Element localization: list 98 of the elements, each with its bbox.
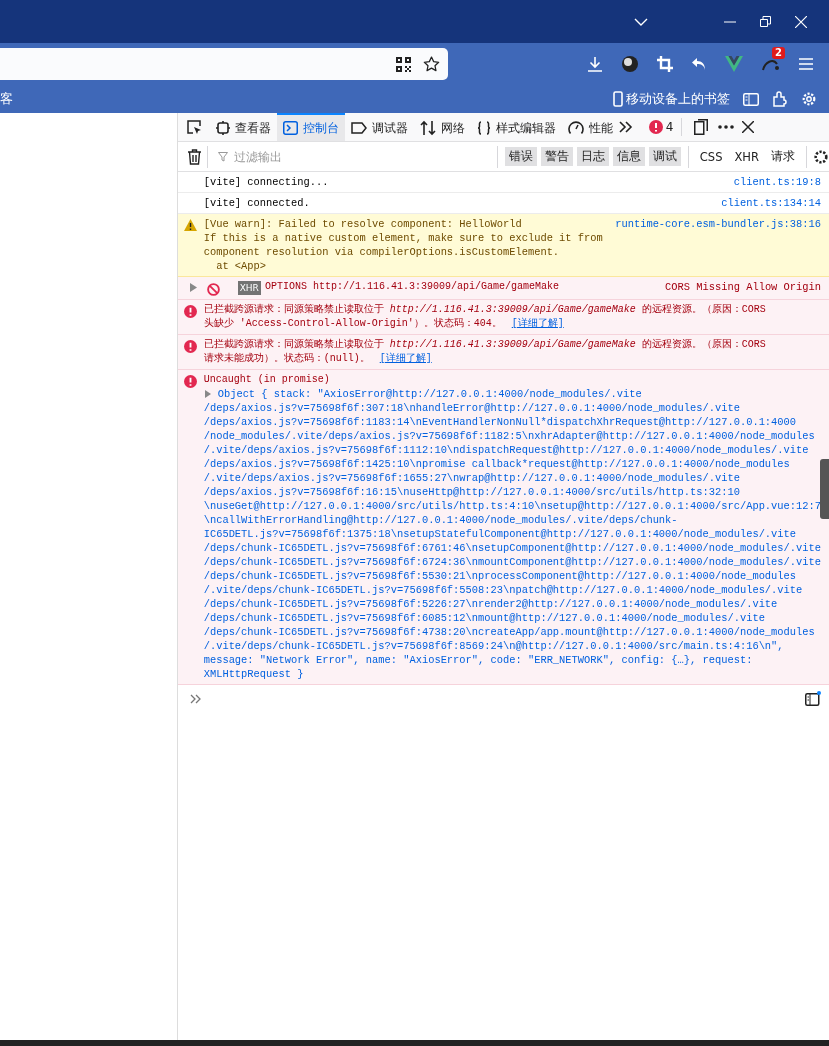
log-level-toggle[interactable]: 调试 [648, 147, 681, 166]
error-count[interactable]: 4 [665, 120, 674, 134]
message-text: OPTIONS http://1.116.41.3:39009/api/Game/gameMake [264, 280, 560, 294]
learn-more-link[interactable]: [详细了解] [511, 318, 564, 329]
puzzle-icon[interactable] [772, 91, 788, 107]
restore-icon[interactable] [760, 16, 771, 27]
object-text: /deps/chunk-IC65DETL.js?v=75698f6f:6761:46\nsetupComponent@http://127.0.0.1:4000/node_modules/.vite [203, 541, 821, 555]
message-text: at <App> [215, 259, 268, 273]
scroll-handle[interactable] [820, 459, 829, 519]
object-text: \ncallWithErrorHandling@http://127.0.0.1:4000/node_modules/.vite/deps/chunk- [203, 513, 679, 527]
menu-icon[interactable] [799, 58, 813, 70]
phone-icon [613, 91, 623, 107]
object-text: /deps/chunk-IC65DETL.js?v=75698f6f:4738:20\ncreateApp/app.mount@http://127.0.0.1:4000/node_modules [203, 625, 816, 639]
log-level-toggle[interactable]: 日志 [576, 147, 609, 166]
message-text: [vite] connected. [203, 196, 311, 210]
source-link[interactable]: runtime-core.esm-bundler.js:38:16 [615, 217, 821, 231]
blocked-icon [206, 283, 220, 296]
object-text: /.vite/deps/chunk-IC65DETL.js?v=75698f6f:5508:23\npatch@http://127.0.0.1:4000/node_modules/.vite [203, 583, 804, 597]
devtools-tab[interactable]: 网络 [413, 113, 471, 141]
learn-more-link[interactable]: [详细了解] [379, 353, 432, 364]
object-text: message: "Network Error", name: "AxiosError", code: "ERR_NETWORK", config: {…}, request: [203, 653, 754, 667]
message-text: 头缺少 'Access-Control-Allow-Origin'）。状态码：404。 [详细了解] [203, 317, 565, 331]
crop-icon[interactable] [657, 56, 673, 72]
braces-icon [476, 121, 491, 135]
settings-icon[interactable] [813, 148, 829, 165]
devtools-tab[interactable]: 查看器 [209, 113, 277, 141]
object-text: /deps/axios.js?v=75698f6f:16:15\nuseHttp@http://127.0.0.1:4000/src/utils/http.ts:32:10 [203, 485, 741, 499]
object-text: Object { stack: "AxiosError@http://127.0.0.1:4000/node_modules/.vite [217, 387, 642, 401]
object-text: /deps/chunk-IC65DETL.js?v=75698f6f:5226:27\nrender2@http://127.0.0.1:4000/node_modules/.vite [203, 597, 779, 611]
object-text: /deps/axios.js?v=75698f6f:307:18\nhandleError@http://127.0.0.1:4000/node_modules/.vite [203, 401, 741, 415]
editor-mode-icon[interactable] [805, 691, 821, 706]
devtools-tab[interactable]: 调试器 [344, 113, 414, 141]
funnel-icon [217, 151, 228, 162]
object-text: IC65DETL.js?v=75698f6f:1375:18\nsetupStatefulComponent@http://127.0.0.1:4000/node_modules/.vite [203, 527, 798, 541]
devtools-tab[interactable]: 性能 [561, 113, 619, 141]
devtools-tab[interactable]: 控制台 [276, 113, 345, 141]
object-text: \nuseGet@http://127.0.0.1:4000/src/utils/http.ts:4:10\nsetup@http://127.0.0.1:4000/src/App.vue:12:7 [203, 499, 821, 513]
object-text: XMLHttpRequest } [203, 667, 305, 681]
undo-icon[interactable] [691, 57, 707, 71]
sidebar-icon[interactable] [743, 92, 759, 106]
expand-arrow-icon[interactable] [204, 390, 211, 398]
object-text: /.vite/deps/axios.js?v=75698f6f:1655:27\nwrap@http://127.0.0.1:4000/node_modules/.vite [203, 471, 741, 485]
console-icon [282, 121, 298, 135]
filter-field[interactable]: 过滤输出 [231, 148, 436, 165]
message-text: component resolution via compilerOptions.isCustomElement. [203, 245, 561, 259]
responsive-mode-icon[interactable] [694, 119, 709, 135]
log-level-toggle[interactable]: 警告 [540, 147, 573, 166]
object-text: /deps/axios.js?v=75698f6f:1183:14\nEventHandlerNonNull*dispatchXhrRequest@http://127.0.0.1:4000 [203, 415, 798, 429]
devtools-tab[interactable]: 样式编辑器 [470, 113, 562, 141]
trash-icon[interactable] [187, 148, 201, 165]
expand-arrow-icon[interactable] [189, 283, 197, 292]
message-text: Uncaught (in promise) [203, 373, 331, 387]
message-text: [Vue warn]: Failed to resolve component: HelloWorld [203, 217, 523, 231]
arrows-up-down-icon [419, 120, 436, 136]
object-text: /deps/axios.js?v=75698f6f:1425:10\npromise callback*request@http://127.0.0.1:4000/node_modules [203, 457, 791, 471]
bookmark-item[interactable]: 客 [0, 90, 13, 108]
message-text: If this is a native custom element, make sure to exclude it from [203, 231, 604, 245]
object-text: /.vite/deps/axios.js?v=75698f6f:1112:10\ndispatchRequest@http://127.0.0.1:4000/node_modules/.vite [203, 443, 810, 457]
error-icon [184, 375, 198, 388]
more-tabs-icon[interactable] [618, 121, 633, 133]
object-text: /deps/chunk-IC65DETL.js?v=75698f6f:6085:12\nmount@http://127.0.0.1:4000/node_modules/.vite [203, 611, 766, 625]
inspector-icon [215, 121, 230, 135]
warning-icon [184, 219, 198, 231]
message-text: 已拦截跨源请求：同源策略禁止读取位于 http://1.116.41.3:39009/api/Game/gameMake 的远程资源。（原因：CORS [203, 338, 767, 352]
log-level-toggle[interactable]: 信息 [612, 147, 645, 166]
download-icon[interactable] [587, 56, 603, 72]
xhr-tag: XHR [237, 281, 261, 295]
error-icon [184, 305, 198, 318]
category-toggle[interactable]: 请求 [767, 147, 799, 166]
category-toggle[interactable]: XHR [730, 147, 763, 166]
minimize-icon[interactable] [724, 20, 736, 23]
object-text: /node_modules/.vite/deps/axios.js?v=75698f6f:1182:5\nxhrAdapter@http://127.0.0.1:4000/node_modules [203, 429, 816, 443]
object-text: /.vite/deps/chunk-IC65DETL.js?v=75698f6f:8569:24\n@http://127.0.0.1:4000/src/main.ts:4:16\n", [203, 639, 785, 653]
qr-code-icon[interactable] [396, 56, 411, 72]
element-picker-icon[interactable] [185, 119, 202, 135]
log-level-toggle[interactable]: 错误 [504, 147, 537, 166]
source-link[interactable]: client.ts:134:14 [721, 196, 821, 210]
error-icon [184, 340, 198, 353]
more-options-icon[interactable] [718, 125, 735, 129]
source-link[interactable]: client.ts:19:8 [733, 175, 821, 189]
message-text: [vite] connecting... [203, 175, 330, 189]
vue-logo-icon[interactable] [725, 56, 743, 72]
object-text: /deps/chunk-IC65DETL.js?v=75698f6f:5530:21\nprocessComponent@http://127.0.0.1:4000/node_modules [203, 569, 798, 583]
star-icon[interactable] [423, 56, 440, 72]
prompt-icon [189, 693, 202, 704]
debugger-icon [350, 122, 367, 134]
extension-icon[interactable] [621, 55, 639, 73]
notification-badge: 2 [772, 47, 785, 59]
message-text: 请求未能成功）。状态码：(null)。 [详细了解] [203, 352, 433, 366]
message-text: 已拦截跨源请求：同源策略禁止读取位于 http://1.116.41.3:39009/api/Game/gameMake 的远程资源。（原因：CORS [203, 303, 767, 317]
tab-list-icon[interactable] [634, 17, 648, 26]
gauge-icon [567, 121, 584, 135]
category-toggle[interactable]: CSS [695, 147, 727, 166]
close-icon[interactable] [742, 121, 755, 133]
cors-status: CORS Missing Allow Origin [665, 280, 821, 294]
error-icon [648, 120, 663, 134]
object-text: /deps/chunk-IC65DETL.js?v=75698f6f:6724:36\nmountComponent@http://127.0.0.1:4000/node_modules/.vite [203, 555, 821, 569]
mobile-bookmarks-button[interactable]: 移动设备上的书签 [613, 90, 730, 108]
